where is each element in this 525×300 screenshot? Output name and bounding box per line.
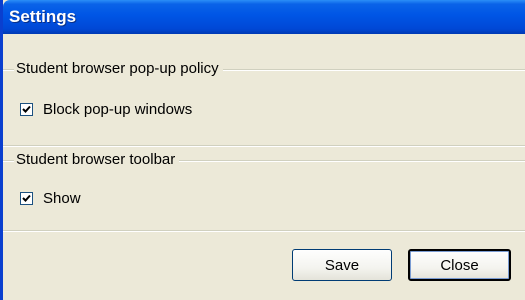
block-popups-checkbox[interactable] <box>20 103 33 116</box>
checkmark-icon <box>22 194 31 202</box>
show-toolbar-checkbox[interactable] <box>20 192 33 205</box>
show-toolbar-row[interactable]: Show <box>20 190 81 207</box>
close-button[interactable]: Close <box>408 249 511 281</box>
title-bar[interactable]: Settings <box>3 0 525 34</box>
group-separator <box>3 145 525 147</box>
settings-window: Settings Student browser pop-up policy B… <box>0 0 525 300</box>
block-popups-label[interactable]: Block pop-up windows <box>43 101 192 118</box>
block-popups-row[interactable]: Block pop-up windows <box>20 101 192 118</box>
toolbar-legend: Student browser toolbar <box>14 151 180 168</box>
buttons-separator <box>3 230 525 232</box>
popup-policy-legend: Student browser pop-up policy <box>14 60 223 77</box>
checkmark-icon <box>22 105 31 113</box>
show-toolbar-label[interactable]: Show <box>43 190 81 207</box>
save-button[interactable]: Save <box>292 249 392 281</box>
window-title: Settings <box>9 7 77 26</box>
